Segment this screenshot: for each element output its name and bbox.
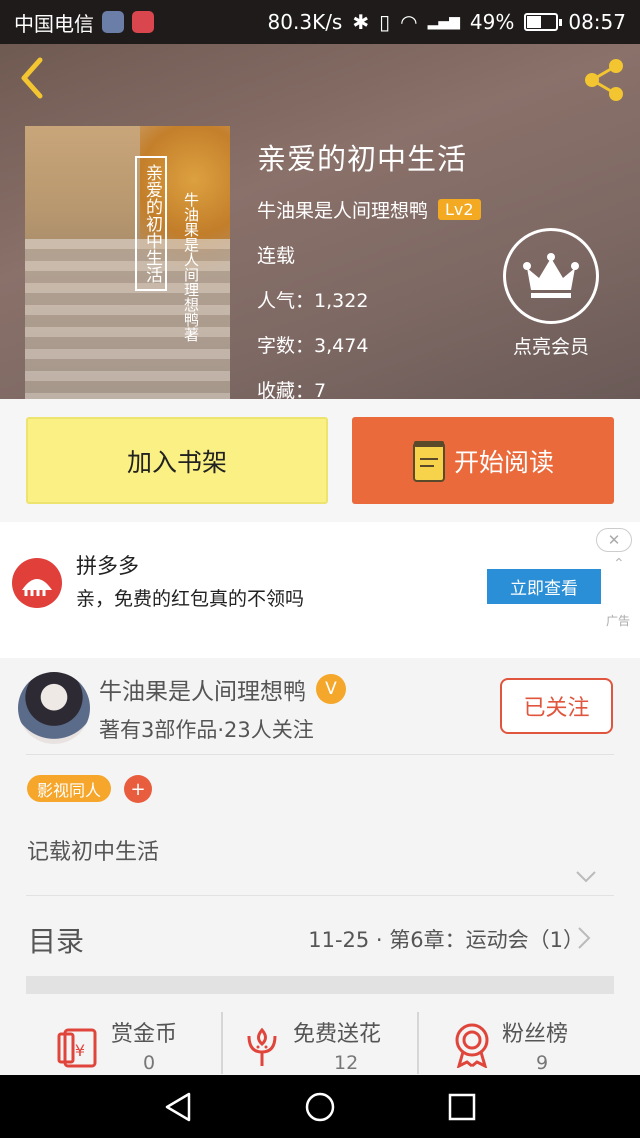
back-triangle-icon bbox=[165, 1092, 191, 1122]
stat-label: 赏金币 bbox=[111, 1022, 178, 1047]
ad-close-button[interactable]: ✕ bbox=[596, 528, 632, 552]
stat-label: 免费送花 bbox=[293, 1022, 382, 1047]
book-title: 亲爱的初中生活 bbox=[257, 142, 468, 176]
share-button[interactable] bbox=[580, 56, 628, 104]
latest-chapter: 11-25 · 第6章：运动会（1） bbox=[308, 928, 584, 952]
book-header: 亲爱的初中生活 牛油果是人间理想鸭著 亲爱的初中生活 牛油果是人间理想鸭 Lv2… bbox=[0, 44, 640, 399]
ad-text: 亲，免费的红包真的不领吗 bbox=[76, 588, 305, 610]
nav-recents-button[interactable] bbox=[442, 1087, 482, 1127]
word-count-row: 字数：3,474 bbox=[257, 331, 481, 358]
start-reading-button[interactable]: 开始阅读 bbox=[352, 417, 614, 504]
stat-value: 9 bbox=[536, 1052, 549, 1074]
book-status: 连载 bbox=[257, 245, 296, 267]
word-count-label: 字数： bbox=[257, 335, 315, 357]
app-notification-icon bbox=[102, 11, 124, 33]
follow-button[interactable]: 已关注 bbox=[500, 678, 613, 734]
favorites-row: 收藏：7 bbox=[257, 376, 481, 399]
home-circle-icon bbox=[305, 1092, 335, 1122]
recents-square-icon bbox=[448, 1093, 476, 1121]
cover-author: 牛油果是人间理想鸭著 bbox=[182, 192, 200, 342]
red-envelope-icon: ¥ bbox=[57, 1028, 97, 1068]
author-card-subtitle: 著有3部作品·23人关注 bbox=[99, 718, 314, 742]
author-row: 牛油果是人间理想鸭 Lv2 bbox=[257, 196, 481, 223]
wifi-icon: ◠ bbox=[400, 10, 418, 34]
signal-icon: ▂▄▆ bbox=[427, 14, 460, 30]
stats-row: ¥ 赏金币 0 免费送花 12 粉丝榜 9 bbox=[0, 1010, 640, 1075]
word-count-value: 3,474 bbox=[314, 335, 369, 357]
start-reading-label: 开始阅读 bbox=[453, 447, 554, 477]
ad-collapse-icon[interactable]: ⌃ bbox=[613, 556, 625, 572]
member-ring bbox=[503, 228, 599, 324]
add-to-shelf-button[interactable]: 加入书架 bbox=[26, 417, 328, 504]
app-notification-icon bbox=[132, 11, 154, 33]
popularity-label: 人气： bbox=[257, 290, 315, 312]
ad-banner[interactable]: 拼多多 亲，免费的红包真的不领吗 立即查看 ✕ ⌃ 广告 bbox=[0, 522, 640, 658]
verified-badge-icon: V bbox=[316, 674, 346, 704]
book-info: 亲爱的初中生活 牛油果是人间理想鸭 Lv2 连载 人气：1,322 字数：3,4… bbox=[257, 136, 481, 399]
medal-icon bbox=[455, 1023, 489, 1068]
add-tag-button[interactable]: + bbox=[124, 775, 152, 803]
member-button[interactable]: 点亮会员 bbox=[503, 228, 599, 359]
flower-icon bbox=[247, 1027, 277, 1066]
status-bar: 中国电信 80.3K/s ✱ ▯ ◠ ▂▄▆ 49% 08:57 bbox=[0, 0, 640, 44]
expand-description-icon[interactable] bbox=[575, 870, 597, 884]
member-label: 点亮会员 bbox=[512, 336, 589, 358]
nav-home-button[interactable] bbox=[300, 1087, 340, 1127]
ad-title: 拼多多 bbox=[76, 554, 139, 578]
chevron-left-icon bbox=[21, 57, 43, 99]
ad-cta-button[interactable]: 立即查看 bbox=[487, 569, 601, 604]
fan-ranking-stat[interactable]: 粉丝榜 9 bbox=[419, 1010, 640, 1075]
author-name[interactable]: 牛油果是人间理想鸭 bbox=[257, 196, 428, 223]
stat-value: 0 bbox=[143, 1052, 156, 1074]
favorites-label: 收藏： bbox=[257, 380, 315, 399]
avatar[interactable] bbox=[18, 672, 90, 744]
section-divider bbox=[26, 976, 614, 994]
share-icon bbox=[585, 59, 623, 101]
ad-label: 广告 bbox=[605, 614, 630, 628]
book-icon bbox=[412, 440, 445, 482]
favorites-value: 7 bbox=[314, 380, 327, 399]
free-flowers-stat[interactable]: 免费送花 12 bbox=[223, 1010, 417, 1075]
popularity-row: 人气：1,322 bbox=[257, 286, 481, 313]
action-row: 加入书架 开始阅读 bbox=[0, 399, 640, 522]
author-level-badge: Lv2 bbox=[438, 199, 481, 220]
battery-percent: 49% bbox=[469, 10, 515, 34]
popularity-value: 1,322 bbox=[314, 290, 369, 312]
book-detail-content: 牛油果是人间理想鸭 V 著有3部作品·23人关注 已关注 影视同人 + 记载初中… bbox=[0, 658, 640, 1075]
author-card-name-row: 牛油果是人间理想鸭 V bbox=[99, 672, 346, 706]
stat-value: 12 bbox=[334, 1052, 359, 1074]
clock: 08:57 bbox=[568, 10, 626, 34]
vibrate-icon: ▯ bbox=[379, 10, 391, 34]
genre-tag[interactable]: 影视同人 bbox=[27, 775, 112, 802]
nav-back-button[interactable] bbox=[158, 1087, 198, 1127]
crown-icon bbox=[523, 253, 579, 298]
reward-coins-stat[interactable]: ¥ 赏金币 0 bbox=[0, 1010, 222, 1075]
ad-brand-logo bbox=[12, 558, 62, 608]
svg-text:¥: ¥ bbox=[75, 1041, 85, 1060]
cover-title: 亲爱的初中生活 bbox=[135, 156, 167, 291]
stat-label: 粉丝榜 bbox=[502, 1022, 569, 1047]
book-description: 记载初中生活 bbox=[27, 840, 160, 865]
back-button[interactable] bbox=[14, 56, 54, 100]
table-of-contents-row[interactable]: 目录 11-25 · 第6章：运动会（1） bbox=[0, 896, 640, 974]
author-card[interactable]: 牛油果是人间理想鸭 V 著有3部作品·23人关注 已关注 bbox=[0, 658, 640, 754]
chevron-right-icon bbox=[578, 927, 591, 949]
author-card-name: 牛油果是人间理想鸭 bbox=[99, 679, 306, 705]
bluetooth-icon: ✱ bbox=[352, 10, 370, 34]
network-speed: 80.3K/s bbox=[267, 10, 343, 34]
carrier: 中国电信 bbox=[14, 11, 94, 36]
system-nav-bar bbox=[0, 1075, 640, 1138]
toc-label: 目录 bbox=[28, 925, 85, 958]
book-cover[interactable]: 亲爱的初中生活 牛油果是人间理想鸭著 bbox=[25, 126, 230, 399]
divider bbox=[26, 754, 614, 755]
battery-icon bbox=[524, 13, 563, 31]
